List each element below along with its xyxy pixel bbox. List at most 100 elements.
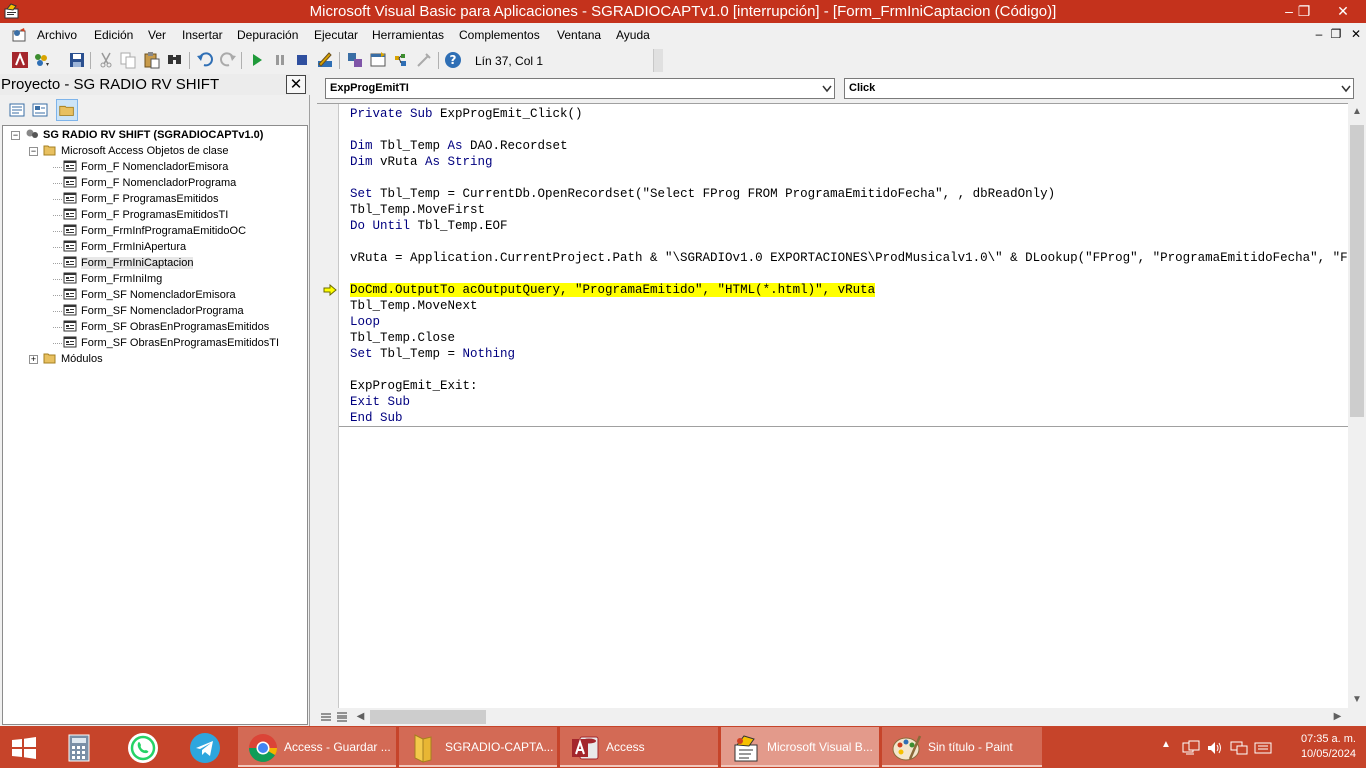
calculator-icon[interactable]: [66, 734, 92, 762]
copy-icon[interactable]: [119, 51, 137, 69]
code-line[interactable]: Set Tbl_Temp = Nothing: [350, 346, 515, 362]
project-explorer-icon[interactable]: [346, 51, 364, 69]
procedure-view-icon[interactable]: [319, 710, 333, 724]
taskbar-button-visual-basic[interactable]: Microsoft Visual B...: [721, 727, 879, 767]
object-combo[interactable]: ExpProgEmitTI: [325, 78, 835, 99]
toolbar-options-grip[interactable]: [653, 49, 663, 72]
volume-icon[interactable]: [1206, 740, 1224, 756]
windows-start-icon[interactable]: [10, 736, 38, 760]
find-icon[interactable]: [166, 51, 184, 69]
properties-window-icon[interactable]: [369, 51, 387, 69]
code-editor[interactable]: Private Sub ExpProgEmit_Click() Dim Tbl_T…: [317, 103, 1348, 709]
undo-icon[interactable]: [196, 51, 214, 69]
save-icon[interactable]: [68, 51, 86, 69]
code-line[interactable]: Tbl_Temp.MoveNext: [350, 298, 478, 314]
telegram-icon[interactable]: [189, 732, 221, 764]
code-line[interactable]: Dim vRuta As String: [350, 154, 493, 170]
view-code-icon[interactable]: [6, 99, 28, 121]
toggle-folders-icon[interactable]: [56, 99, 78, 121]
scroll-left-icon[interactable]: ◀: [352, 708, 369, 726]
code-line[interactable]: Set Tbl_Temp = CurrentDb.OpenRecordset("…: [350, 186, 1055, 202]
tree-item-module[interactable]: Form_SF ObrasEnProgramasEmitidos: [63, 319, 269, 335]
network-icon[interactable]: [1182, 740, 1200, 756]
taskbar-button-access[interactable]: Access: [560, 727, 718, 767]
code-line[interactable]: ExpProgEmit_Exit:: [350, 378, 478, 394]
code-line[interactable]: Private Sub ExpProgEmit_Click(): [350, 106, 583, 122]
tree-item-module[interactable]: Form_FrmInfProgramaEmitidoOC: [63, 223, 246, 239]
whatsapp-icon[interactable]: [127, 732, 159, 764]
taskbar-button-file-explorer[interactable]: SGRADIO-CAPTA...: [399, 727, 557, 767]
taskbar-button-access-guardar[interactable]: Access - Guardar ...: [238, 727, 396, 767]
tree-item-module[interactable]: Form_F NomencladorPrograma: [63, 175, 236, 191]
code-line[interactable]: DoCmd.OutputTo acOutputQuery, "ProgramaE…: [350, 282, 876, 298]
project-explorer-close-button[interactable]: ✕: [286, 75, 306, 94]
menu-depuracion[interactable]: Depuración: [237, 28, 298, 42]
horizontal-scroll-thumb[interactable]: [370, 710, 486, 724]
menu-complementos[interactable]: Complementos: [459, 28, 540, 42]
insert-userform-icon[interactable]: [32, 51, 50, 69]
tree-item-module[interactable]: Form_F ProgramasEmitidos: [63, 191, 219, 207]
vertical-scroll-thumb[interactable]: [1350, 125, 1364, 417]
design-mode-icon[interactable]: [316, 51, 334, 69]
object-browser-icon[interactable]: [392, 51, 410, 69]
menu-edicion[interactable]: Edición: [94, 28, 133, 42]
break-icon[interactable]: [271, 51, 289, 69]
code-line[interactable]: Loop: [350, 314, 380, 330]
code-text[interactable]: Private Sub ExpProgEmit_Click() Dim Tbl_T…: [350, 106, 1348, 709]
menu-ventana[interactable]: Ventana: [557, 28, 601, 42]
code-line[interactable]: Dim Tbl_Temp As DAO.Recordset: [350, 138, 568, 154]
code-line[interactable]: Exit Sub: [350, 394, 410, 410]
scroll-down-icon[interactable]: ▼: [1348, 691, 1366, 708]
code-line[interactable]: Tbl_Temp.MoveFirst: [350, 202, 485, 218]
show-hidden-icons-icon[interactable]: ▲: [1161, 739, 1171, 750]
code-line[interactable]: vRuta = Application.CurrentProject.Path …: [350, 250, 1348, 266]
tree-item-module[interactable]: Form_SF NomencladorEmisora: [63, 287, 236, 303]
horizontal-scrollbar[interactable]: ◀ ▶: [317, 708, 1366, 726]
paste-icon[interactable]: [143, 51, 161, 69]
tree-item-module[interactable]: Form_FrmIniApertura: [63, 239, 186, 255]
action-center-icon[interactable]: [1230, 740, 1248, 756]
view-access-icon[interactable]: [11, 51, 29, 69]
view-object-icon[interactable]: [29, 99, 51, 121]
keyboard-input-icon[interactable]: [1254, 740, 1272, 756]
mdi-minimize-button[interactable]: –: [1312, 27, 1326, 41]
full-module-view-icon[interactable]: [335, 710, 349, 724]
collapse-folder-icon[interactable]: −: [29, 147, 38, 156]
mdi-close-button[interactable]: ✕: [1349, 27, 1363, 41]
tree-folder-class-objects[interactable]: Microsoft Access Objetos de clase: [43, 143, 229, 159]
toolbox-icon[interactable]: [415, 51, 433, 69]
menu-archivo[interactable]: Archivo: [37, 28, 77, 42]
menu-ayuda[interactable]: Ayuda: [616, 28, 650, 42]
code-line[interactable]: Do Until Tbl_Temp.EOF: [350, 218, 508, 234]
taskbar-clock[interactable]: 07:35 a. m. 10/05/2024: [1280, 732, 1356, 762]
indicator-margin[interactable]: [317, 104, 339, 709]
tree-root-project[interactable]: SG RADIO RV SHIFT (SGRADIOCAPTv1.0): [25, 127, 263, 143]
taskbar-button-paint[interactable]: Sin título - Paint: [882, 727, 1042, 767]
code-line[interactable]: Tbl_Temp.Close: [350, 330, 455, 346]
document-menu-icon[interactable]: [11, 27, 27, 43]
tree-item-module[interactable]: Form_F ProgramasEmitidosTI: [63, 207, 228, 223]
code-line[interactable]: End Sub: [350, 410, 403, 426]
menu-ejecutar[interactable]: Ejecutar: [314, 28, 358, 42]
help-icon[interactable]: ?: [444, 51, 462, 69]
menu-herramientas[interactable]: Herramientas: [372, 28, 444, 42]
collapse-root-icon[interactable]: −: [11, 131, 20, 140]
procedure-combo[interactable]: Click: [844, 78, 1354, 99]
menu-insertar[interactable]: Insertar: [182, 28, 223, 42]
scroll-up-icon[interactable]: ▲: [1348, 103, 1366, 120]
expand-modules-icon[interactable]: +: [29, 355, 38, 364]
tree-item-module[interactable]: Form_FrmIniImg: [63, 271, 162, 287]
redo-icon[interactable]: [219, 51, 237, 69]
cut-icon[interactable]: [97, 51, 115, 69]
menu-ver[interactable]: Ver: [148, 28, 166, 42]
mdi-restore-button[interactable]: ❐: [1329, 27, 1343, 41]
close-window-button[interactable]: ✕: [1320, 0, 1366, 23]
run-icon[interactable]: [248, 51, 266, 69]
tree-item-module[interactable]: Form_F NomencladorEmisora: [63, 159, 228, 175]
vertical-scrollbar[interactable]: ▲ ▼: [1348, 103, 1366, 708]
reset-icon[interactable]: [293, 51, 311, 69]
tree-item-module[interactable]: Form_SF ObrasEnProgramasEmitidosTI: [63, 335, 279, 351]
scroll-right-icon[interactable]: ▶: [1329, 708, 1346, 726]
tree-item-module[interactable]: Form_FrmIniCaptacion: [63, 255, 194, 271]
tree-folder-modules[interactable]: Módulos: [43, 351, 103, 367]
